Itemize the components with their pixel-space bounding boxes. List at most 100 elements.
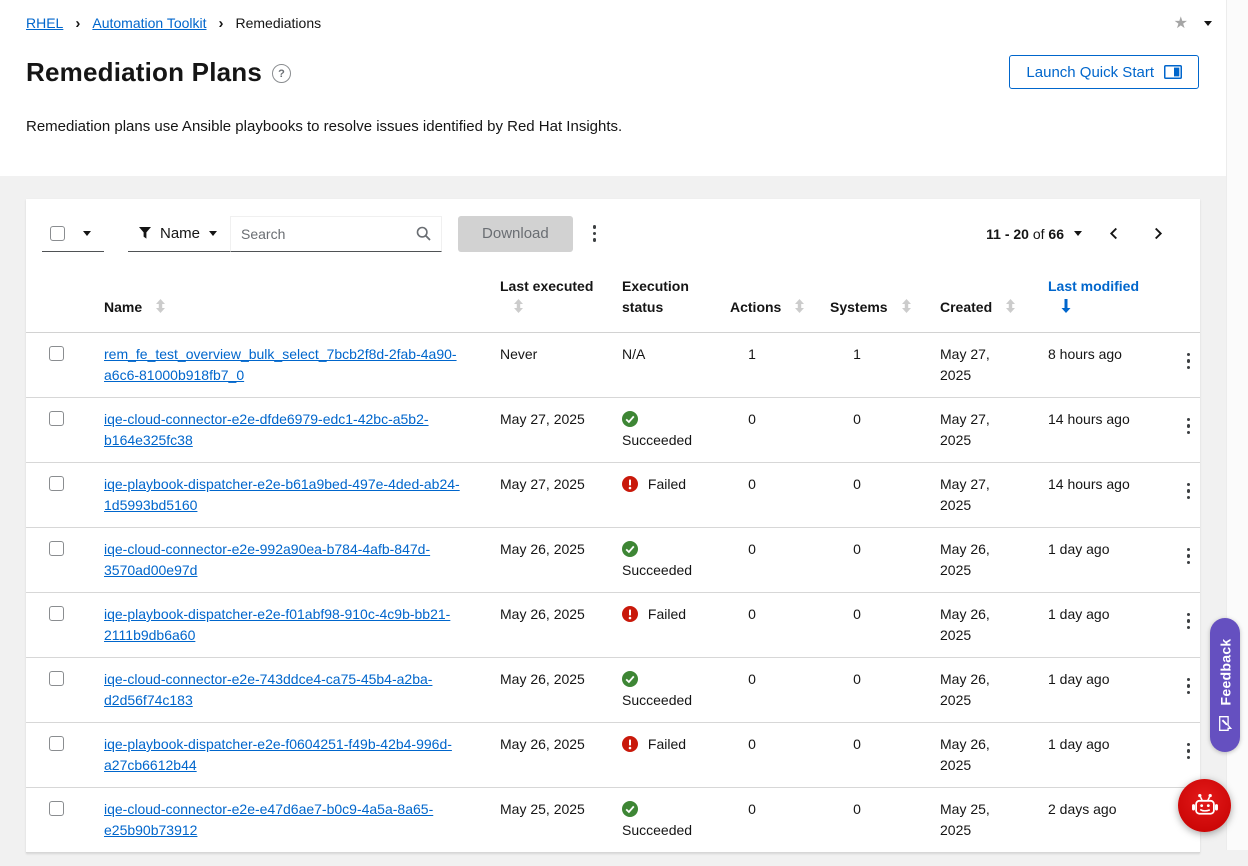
created-cell: May 26, 2025: [924, 528, 1032, 593]
execution-status-cell: Succeeded: [606, 788, 714, 853]
status-label: Failed: [648, 476, 686, 492]
search-input[interactable]: [231, 226, 406, 242]
table-body: rem_fe_test_overview_bulk_select_7bcb2f8…: [26, 333, 1200, 853]
row-kebab-cell: [1162, 463, 1200, 528]
pagination-menu[interactable]: 11 - 20 of 66: [986, 226, 1082, 242]
favorite-star-icon[interactable]: ★: [1174, 15, 1188, 31]
title-row: Remediation Plans ? Launch Quick Start: [0, 31, 1248, 89]
row-kebab-button[interactable]: [1181, 412, 1197, 441]
column-header-last-modified[interactable]: Last modified: [1032, 268, 1162, 333]
actions-count-cell: 0: [714, 788, 814, 853]
execution-status-cell: Failed: [606, 723, 714, 788]
remediation-plan-link[interactable]: iqe-playbook-dispatcher-e2e-f0604251-f49…: [104, 736, 452, 773]
created-cell: May 27, 2025: [924, 333, 1032, 398]
column-header-last-executed[interactable]: Last executed: [484, 268, 606, 333]
created-cell: May 26, 2025: [924, 593, 1032, 658]
last-executed-cell: May 26, 2025: [484, 593, 606, 658]
row-kebab-cell: [1162, 528, 1200, 593]
execution-status-cell: Succeeded: [606, 398, 714, 463]
breadcrumb-separator-icon: ›: [75, 16, 80, 31]
download-button[interactable]: Download: [458, 216, 573, 252]
search-button[interactable]: [406, 226, 441, 241]
page-top-actions: ★: [1174, 15, 1212, 31]
sort-both-icon: [513, 299, 524, 313]
column-header-created[interactable]: Created: [924, 268, 1032, 333]
row-kebab-button[interactable]: [1181, 672, 1197, 701]
failed-exclamation-icon: [622, 736, 638, 752]
table-row: iqe-cloud-connector-e2e-dfde6979-edc1-42…: [26, 398, 1200, 463]
search-icon: [416, 226, 431, 241]
row-kebab-button[interactable]: [1181, 737, 1197, 766]
pagination-of-label: of: [1033, 226, 1045, 242]
actions-count-cell: 0: [714, 723, 814, 788]
bulk-select-checkbox[interactable]: [50, 226, 65, 241]
actions-count-cell: 0: [714, 398, 814, 463]
column-header-name[interactable]: Name: [88, 268, 484, 333]
last-modified-cell: 1 day ago: [1032, 593, 1162, 658]
created-cell: May 27, 2025: [924, 463, 1032, 528]
feedback-button[interactable]: Feedback: [1210, 618, 1240, 752]
row-checkbox[interactable]: [49, 411, 64, 426]
chevron-right-icon: [1152, 227, 1164, 240]
breadcrumb-link-rhel[interactable]: RHEL: [26, 15, 63, 31]
remediation-plan-link[interactable]: iqe-cloud-connector-e2e-dfde6979-edc1-42…: [104, 411, 429, 448]
table-row: iqe-cloud-connector-e2e-743ddce4-ca75-45…: [26, 658, 1200, 723]
next-page-button[interactable]: [1150, 225, 1166, 242]
column-header-systems[interactable]: Systems: [814, 268, 924, 333]
failed-exclamation-icon: [622, 476, 638, 492]
sort-descending-icon: [1061, 299, 1071, 313]
success-check-icon: [622, 671, 638, 687]
bulk-select-caret-icon: [83, 231, 91, 236]
last-executed-cell: May 26, 2025: [484, 528, 606, 593]
success-check-icon: [622, 541, 638, 557]
breadcrumb-separator-icon: ›: [219, 16, 224, 31]
table-row: iqe-playbook-dispatcher-e2e-b61a9bed-497…: [26, 463, 1200, 528]
status-label: Failed: [648, 606, 686, 622]
filter-caret-icon: [209, 231, 217, 236]
row-kebab-button[interactable]: [1181, 542, 1197, 571]
row-checkbox[interactable]: [49, 801, 64, 816]
column-header-actions[interactable]: Actions: [714, 268, 814, 333]
row-name-cell: rem_fe_test_overview_bulk_select_7bcb2f8…: [88, 333, 484, 398]
launch-quick-start-button[interactable]: Launch Quick Start: [1009, 55, 1199, 89]
row-checkbox[interactable]: [49, 476, 64, 491]
breadcrumb-link-automation-toolkit[interactable]: Automation Toolkit: [92, 15, 206, 31]
page-options-caret-icon[interactable]: [1204, 21, 1212, 26]
row-kebab-button[interactable]: [1181, 347, 1197, 376]
toolbar-kebab-button[interactable]: [587, 219, 603, 248]
remediation-plan-link[interactable]: iqe-cloud-connector-e2e-743ddce4-ca75-45…: [104, 671, 432, 708]
remediation-plan-link[interactable]: iqe-playbook-dispatcher-e2e-b61a9bed-497…: [104, 476, 460, 513]
table-row: iqe-playbook-dispatcher-e2e-f01abf98-910…: [26, 593, 1200, 658]
row-checkbox[interactable]: [49, 346, 64, 361]
actions-count-cell: 1: [714, 333, 814, 398]
remediation-plan-link[interactable]: iqe-cloud-connector-e2e-992a90ea-b784-4a…: [104, 541, 430, 578]
row-checkbox[interactable]: [49, 606, 64, 621]
remediation-plan-link[interactable]: rem_fe_test_overview_bulk_select_7bcb2f8…: [104, 346, 457, 383]
execution-status-cell: Succeeded: [606, 658, 714, 723]
row-checkbox[interactable]: [49, 541, 64, 556]
last-modified-cell: 1 day ago: [1032, 723, 1162, 788]
bulk-select-dropdown[interactable]: [42, 215, 104, 252]
column-header-execution-status: Execution status: [606, 268, 714, 333]
previous-page-button[interactable]: [1106, 225, 1122, 242]
pagination-total: 66: [1048, 226, 1064, 242]
feedback-bubble-pencil-icon: [1217, 716, 1233, 732]
remediation-plan-link[interactable]: iqe-cloud-connector-e2e-e47d6ae7-b0c9-4a…: [104, 801, 433, 838]
pagination-caret-icon: [1074, 231, 1082, 236]
virtual-assistant-button[interactable]: [1178, 779, 1231, 832]
help-icon[interactable]: ?: [272, 64, 291, 83]
row-checkbox[interactable]: [49, 736, 64, 751]
table-row: rem_fe_test_overview_bulk_select_7bcb2f8…: [26, 333, 1200, 398]
kebab-column-header: [1162, 268, 1200, 333]
filter-attribute-dropdown[interactable]: Name: [128, 215, 230, 252]
row-kebab-button[interactable]: [1181, 607, 1197, 636]
last-executed-cell: May 25, 2025: [484, 788, 606, 853]
last-modified-cell: 8 hours ago: [1032, 333, 1162, 398]
remediation-plan-link[interactable]: iqe-playbook-dispatcher-e2e-f01abf98-910…: [104, 606, 450, 643]
row-checkbox[interactable]: [49, 671, 64, 686]
last-modified-cell: 14 hours ago: [1032, 398, 1162, 463]
status-label: Succeeded: [622, 822, 692, 838]
row-kebab-button[interactable]: [1181, 477, 1197, 506]
search-box: [230, 216, 442, 252]
robot-icon: [1185, 786, 1225, 826]
